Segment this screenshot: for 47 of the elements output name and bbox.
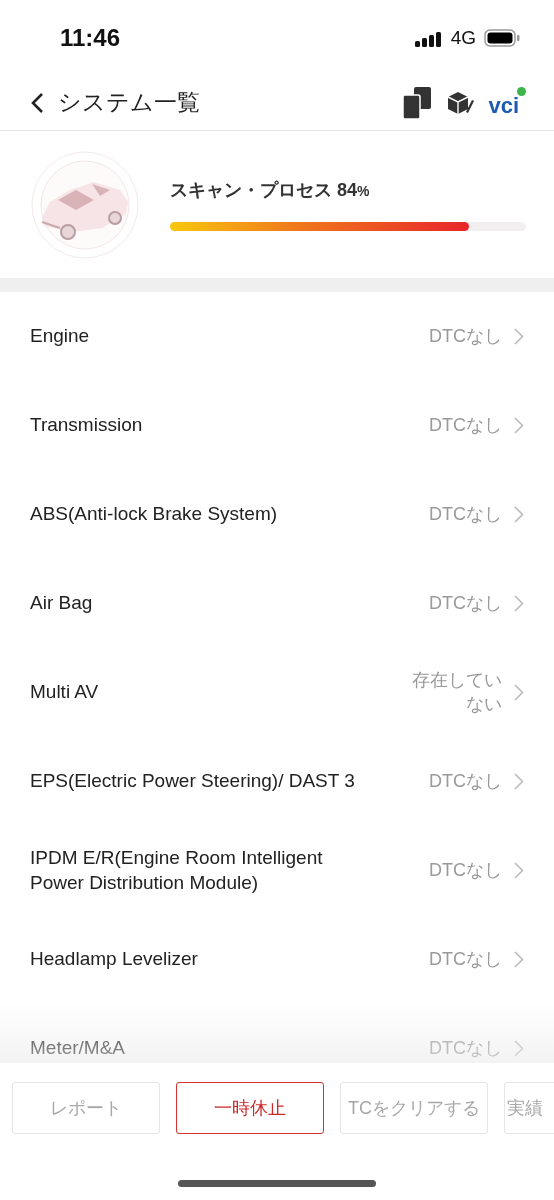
system-row[interactable]: ABS(Anti-lock Brake System) DTCなし <box>0 470 554 559</box>
system-row[interactable]: Multi AV 存在していない <box>0 648 554 737</box>
page-title: システム一覧 <box>58 88 201 117</box>
status-time: 11:46 <box>60 23 121 52</box>
system-status: DTCなし <box>429 502 502 526</box>
system-name: Multi AV <box>30 680 100 705</box>
system-name: Headlamp Levelizer <box>30 947 199 972</box>
system-status: DTCなし <box>429 1036 502 1060</box>
scan-progress-label: スキャン・プロセス 84% <box>170 179 371 202</box>
system-row[interactable]: Headlamp Levelizer DTCなし <box>0 915 554 1004</box>
system-status: DTCなし <box>429 858 502 882</box>
chevron-right-icon <box>514 595 524 612</box>
system-name: Meter/M&A <box>30 1036 127 1061</box>
connected-dot-icon <box>517 86 526 96</box>
chevron-right-icon <box>514 684 524 701</box>
chevron-right-icon <box>514 417 524 434</box>
translate-icon[interactable] <box>402 85 433 120</box>
action-button[interactable]: 一時休止 <box>176 1082 324 1134</box>
system-row[interactable]: Meter/M&A DTCなし <box>0 1004 554 1063</box>
system-name: Engine <box>30 324 91 349</box>
chevron-right-icon <box>514 506 524 523</box>
system-name: Transmission <box>30 413 144 438</box>
network-label: 4G <box>450 26 476 49</box>
system-row[interactable]: Air Bag DTCなし <box>0 559 554 648</box>
system-row[interactable]: EPS(Electric Power Steering)/ DAST 3 DTCなし <box>0 737 554 826</box>
chevron-right-icon <box>514 862 524 879</box>
system-status: 存在していない <box>411 669 502 716</box>
system-status: DTCなし <box>429 947 502 971</box>
chevron-right-icon <box>514 328 524 345</box>
box-edit-icon[interactable] <box>446 89 475 116</box>
system-name: IPDM E/R(Engine Room Intelligent Power Distribution Module) <box>30 845 324 895</box>
chevron-right-icon <box>514 1040 524 1057</box>
system-row[interactable]: Engine DTCなし <box>0 292 554 381</box>
back-icon[interactable] <box>30 91 44 114</box>
chevron-right-icon <box>514 951 524 968</box>
system-name: ABS(Anti-lock Brake System) <box>30 502 279 527</box>
system-name: Air Bag <box>30 591 94 616</box>
battery-icon <box>484 28 520 47</box>
system-status: DTCなし <box>429 413 502 437</box>
system-row[interactable]: Transmission DTCなし <box>0 381 554 470</box>
chevron-right-icon <box>514 773 524 790</box>
system-row[interactable]: IPDM E/R(Engine Room Intelligent Power Distribution Module) DTCなし <box>0 826 554 915</box>
system-name: EPS(Electric Power Steering)/ DAST 3 <box>30 769 356 794</box>
system-status: DTCなし <box>429 324 502 348</box>
system-status: DTCなし <box>429 591 502 615</box>
system-status: DTCなし <box>429 769 502 793</box>
vci-connection-label[interactable]: vci <box>488 86 519 119</box>
